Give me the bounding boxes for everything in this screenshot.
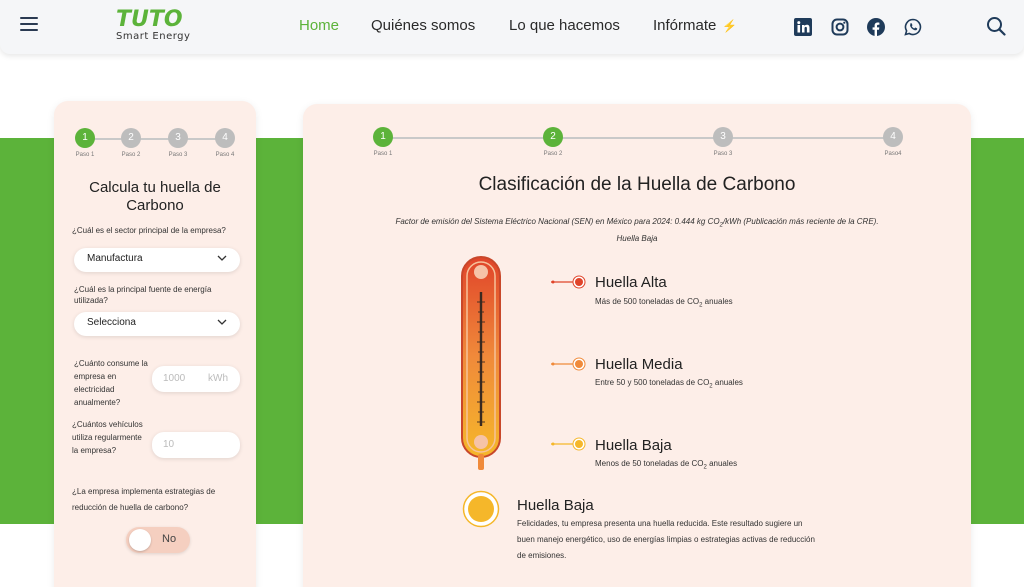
energy-source-select[interactable]: Selecciona xyxy=(74,312,240,336)
bolt-icon: ⚡ xyxy=(722,19,738,33)
vehicles-input[interactable]: 10 xyxy=(152,432,240,458)
nav-quienes-somos[interactable]: Quiénes somos xyxy=(371,17,475,34)
consumption-placeholder: 1000 xyxy=(163,373,186,384)
chevron-down-icon xyxy=(217,319,227,325)
step-4-circle: 4 xyxy=(883,127,903,147)
question-vehicles: ¿Cuántos vehículos utiliza regularmente … xyxy=(72,420,143,455)
level-medium-desc: Entre 50 y 500 toneladas de CO2 anuales xyxy=(595,378,743,390)
level-medium-desc-tail: anuales xyxy=(712,378,743,387)
logo-text: TUTO xyxy=(116,7,183,32)
level-medium-title: Huella Media xyxy=(595,356,683,373)
form-title: Calcula tu huella de Carbono xyxy=(89,179,221,214)
step-3-label: Paso 3 xyxy=(713,151,733,157)
stepper-line xyxy=(86,138,226,140)
emission-factor-level: Huella Baja xyxy=(616,234,658,243)
sector-select-value: Manufactura xyxy=(87,253,143,264)
low-level-marker xyxy=(551,437,586,451)
classification-card: 1 2 3 4 Paso 1 Paso 2 Paso 3 Paso4 Clasi… xyxy=(303,104,971,587)
vehicles-placeholder: 10 xyxy=(163,439,175,450)
step-1-label: Paso 1 xyxy=(373,151,393,157)
question-sector: ¿Cuál es el sector principal de la empre… xyxy=(72,226,226,235)
result-title: Huella Baja xyxy=(517,497,594,514)
step-4-circle: 4 xyxy=(215,128,235,148)
level-high-desc-tail: anuales xyxy=(702,297,733,306)
high-level-marker xyxy=(551,275,586,289)
level-low-desc: Menos de 50 toneladas de CO2 anuales xyxy=(595,459,737,471)
facebook-icon[interactable] xyxy=(867,18,885,36)
top-navbar: TUTO Smart Energy Home Quiénes somos Lo … xyxy=(0,0,1024,54)
level-high-title: Huella Alta xyxy=(595,274,667,291)
consumption-unit: kWh xyxy=(208,373,228,384)
step-2-label: Paso 2 xyxy=(543,151,563,157)
emission-factor-text-tail: /kWh (Publicación más reciente de la CRE… xyxy=(722,217,879,226)
emission-factor-text: Factor de emisión del Sistema Eléctrico … xyxy=(303,217,971,229)
instagram-icon[interactable] xyxy=(831,18,849,36)
menu-icon[interactable] xyxy=(20,16,38,32)
step-1-label: Paso 1 xyxy=(75,152,95,158)
step-2-circle: 2 xyxy=(121,128,141,148)
nav-informate[interactable]: Infórmate ⚡ xyxy=(653,17,737,34)
level-high-desc: Más de 500 toneladas de CO2 anuales xyxy=(595,297,733,309)
chevron-down-icon xyxy=(217,255,227,261)
level-low-title: Huella Baja xyxy=(595,437,672,454)
question-energy-source: ¿Cuál es la principal fuente de energía … xyxy=(74,285,212,305)
emission-factor-text-main: Factor de emisión del Sistema Eléctrico … xyxy=(395,217,720,226)
level-low-desc-tail: anuales xyxy=(706,459,738,468)
nav-informate-label: Infórmate xyxy=(653,17,717,34)
question-consumption: ¿Cuánto consume la empresa en electricid… xyxy=(74,359,148,407)
step-4-label: Paso4 xyxy=(884,151,902,157)
calculator-form-card: 1 2 3 4 Paso 1 Paso 2 Paso 3 Paso 4 Calc… xyxy=(54,101,256,587)
level-low-desc-text: Menos de 50 toneladas de CO xyxy=(595,459,704,468)
level-high-desc-text: Más de 500 toneladas de CO xyxy=(595,297,700,306)
question-strategies: ¿La empresa implementa estrategias de re… xyxy=(72,487,216,512)
linkedin-icon[interactable] xyxy=(794,18,812,36)
logo-tagline: Smart Energy xyxy=(116,31,191,42)
nav-home[interactable]: Home xyxy=(299,17,339,34)
step-3-circle: 3 xyxy=(713,127,733,147)
thermometer-icon xyxy=(461,256,501,470)
step-2-label: Paso 2 xyxy=(121,152,141,158)
whatsapp-icon[interactable] xyxy=(904,18,922,36)
classification-title: Clasificación de la Huella de Carbono xyxy=(478,174,796,195)
toggle-label: No xyxy=(162,533,177,545)
step-1-circle: 1 xyxy=(75,128,95,148)
step-2-circle: 2 xyxy=(543,127,563,147)
step-1-circle: 1 xyxy=(373,127,393,147)
level-medium-desc-text: Entre 50 y 500 toneladas de CO xyxy=(595,378,710,387)
strategies-toggle[interactable]: No xyxy=(126,527,190,553)
medium-level-marker xyxy=(551,357,586,371)
sector-select[interactable]: Manufactura xyxy=(74,248,240,272)
stepper-line xyxy=(383,137,895,139)
toggle-knob xyxy=(129,529,151,551)
consumption-input[interactable]: 1000 kWh xyxy=(152,366,240,392)
search-icon[interactable] xyxy=(986,16,1006,36)
result-description: Felicidades, tu empresa presenta una hue… xyxy=(517,519,815,560)
step-3-label: Paso 3 xyxy=(168,152,188,158)
step-4-label: Paso 4 xyxy=(215,152,235,158)
energy-source-select-value: Selecciona xyxy=(87,317,136,328)
logo[interactable]: TUTO Smart Energy xyxy=(114,7,198,47)
step-3-circle: 3 xyxy=(168,128,188,148)
nav-lo-que-hacemos[interactable]: Lo que hacemos xyxy=(509,17,620,34)
result-sun-icon xyxy=(462,490,500,528)
